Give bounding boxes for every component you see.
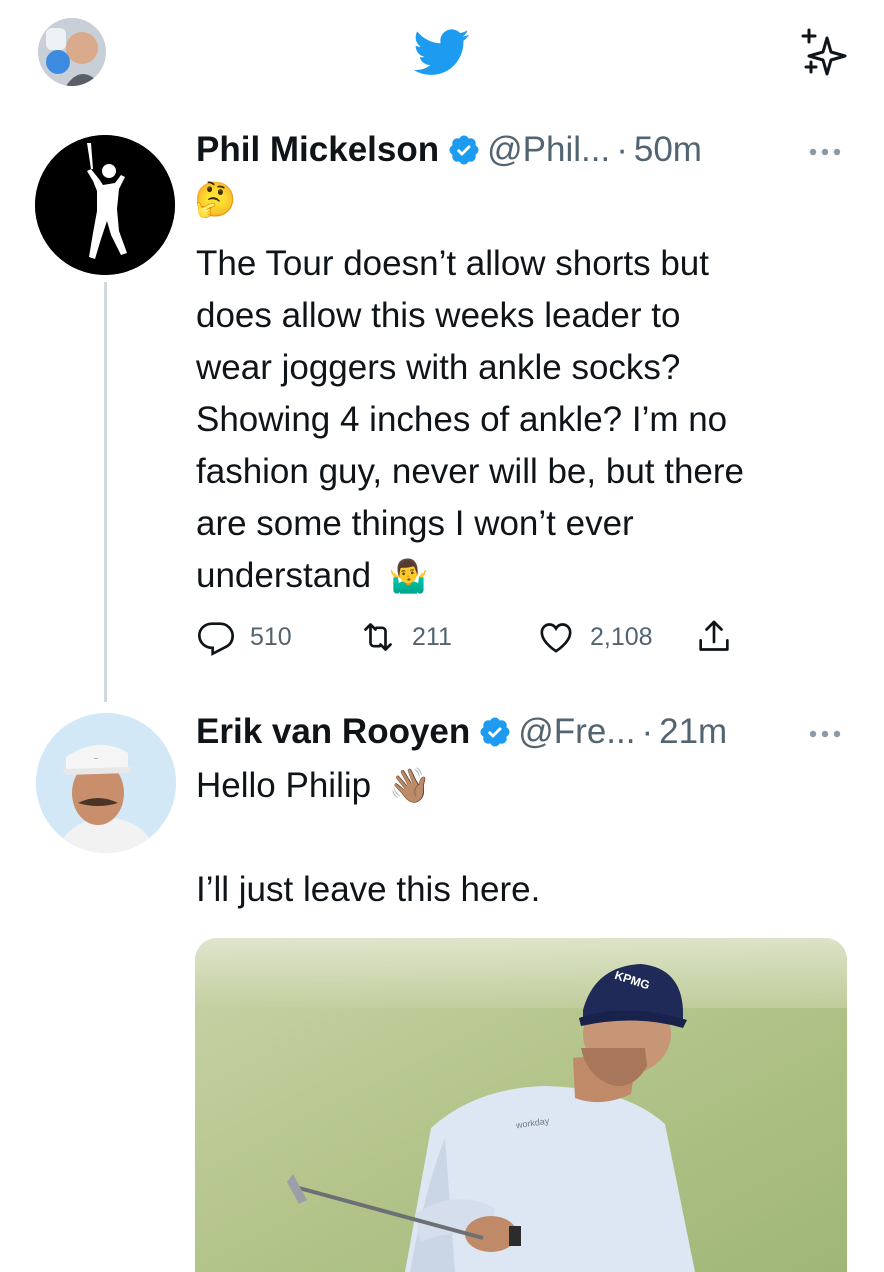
separator-dot: · xyxy=(641,712,654,751)
thinking-emoji: 🤔 xyxy=(194,181,237,219)
twitter-bird-icon[interactable] xyxy=(410,24,474,80)
tweet-header: Erik van Rooyen @Fre... · 21m xyxy=(196,712,727,752)
heart-icon xyxy=(540,623,572,653)
verified-badge-icon xyxy=(449,135,479,165)
reply-icon xyxy=(197,622,235,656)
retweet-icon xyxy=(364,623,392,651)
retweet-button[interactable]: 211 xyxy=(358,617,536,657)
tweet-text-line: understand xyxy=(196,556,372,595)
tweet-time[interactable]: 50m xyxy=(634,130,702,170)
sparkle-icon[interactable] xyxy=(795,24,851,80)
author-handle[interactable]: @Fre... xyxy=(518,712,635,752)
tweet-text-line: I’ll just leave this here. xyxy=(196,870,541,909)
author-name[interactable]: Phil Mickelson xyxy=(196,130,439,170)
tweet-text-line: The Tour doesn’t allow shorts but xyxy=(196,244,709,283)
tweet-text-line: are some things I won’t ever xyxy=(196,504,634,543)
verified-badge-icon xyxy=(480,717,510,747)
tweet-text: The Tour doesn’t allow shorts but does a… xyxy=(196,238,856,602)
golfer-photo: KPMG workday xyxy=(195,938,847,1272)
retweet-count: 211 xyxy=(412,622,452,651)
like-button[interactable]: 2,108 xyxy=(536,617,694,657)
erik-van-rooyen-avatar[interactable]: ~ xyxy=(36,713,176,853)
thread-connector-line xyxy=(104,282,107,702)
author-handle[interactable]: @Phil... xyxy=(487,130,610,170)
tweet-text-line: Showing 4 inches of ankle? I’m no xyxy=(196,400,728,439)
tweet-text-line: does allow this weeks leader to xyxy=(196,296,681,335)
tweet-actions: 510 211 2,108 xyxy=(196,612,836,662)
tweet-header: Phil Mickelson @Phil... · 50m xyxy=(196,130,702,170)
author-name[interactable]: Erik van Rooyen xyxy=(196,712,470,752)
tweet-text-line-last: understand 🤷‍♂️ xyxy=(196,550,856,602)
tweet-media-photo[interactable]: KPMG workday xyxy=(195,938,847,1272)
tweet-text-line: Hello Philip 👋🏽 xyxy=(196,766,431,806)
more-options-icon[interactable] xyxy=(805,145,845,159)
reply-button[interactable]: 510 xyxy=(196,617,358,657)
more-options-icon[interactable] xyxy=(805,727,845,741)
separator-dot: · xyxy=(616,130,628,169)
tweet-text-line: wear joggers with ankle socks? xyxy=(196,348,681,387)
tweet-time[interactable]: 21m xyxy=(659,712,727,752)
profile-avatar[interactable] xyxy=(38,18,106,86)
like-count: 2,108 xyxy=(590,622,653,651)
tweet-text: Hello Philip xyxy=(196,766,372,805)
svg-text:~: ~ xyxy=(94,756,98,763)
waving-hand-emoji: 👋🏽 xyxy=(388,767,432,805)
share-button[interactable] xyxy=(694,617,734,657)
tweet-text-line: fashion guy, never will be, but there xyxy=(196,452,745,491)
reply-count: 510 xyxy=(250,622,292,651)
phil-mickelson-avatar[interactable] xyxy=(35,135,175,275)
shrug-emoji: 🤷‍♂️ xyxy=(388,558,429,594)
share-icon xyxy=(699,620,729,651)
